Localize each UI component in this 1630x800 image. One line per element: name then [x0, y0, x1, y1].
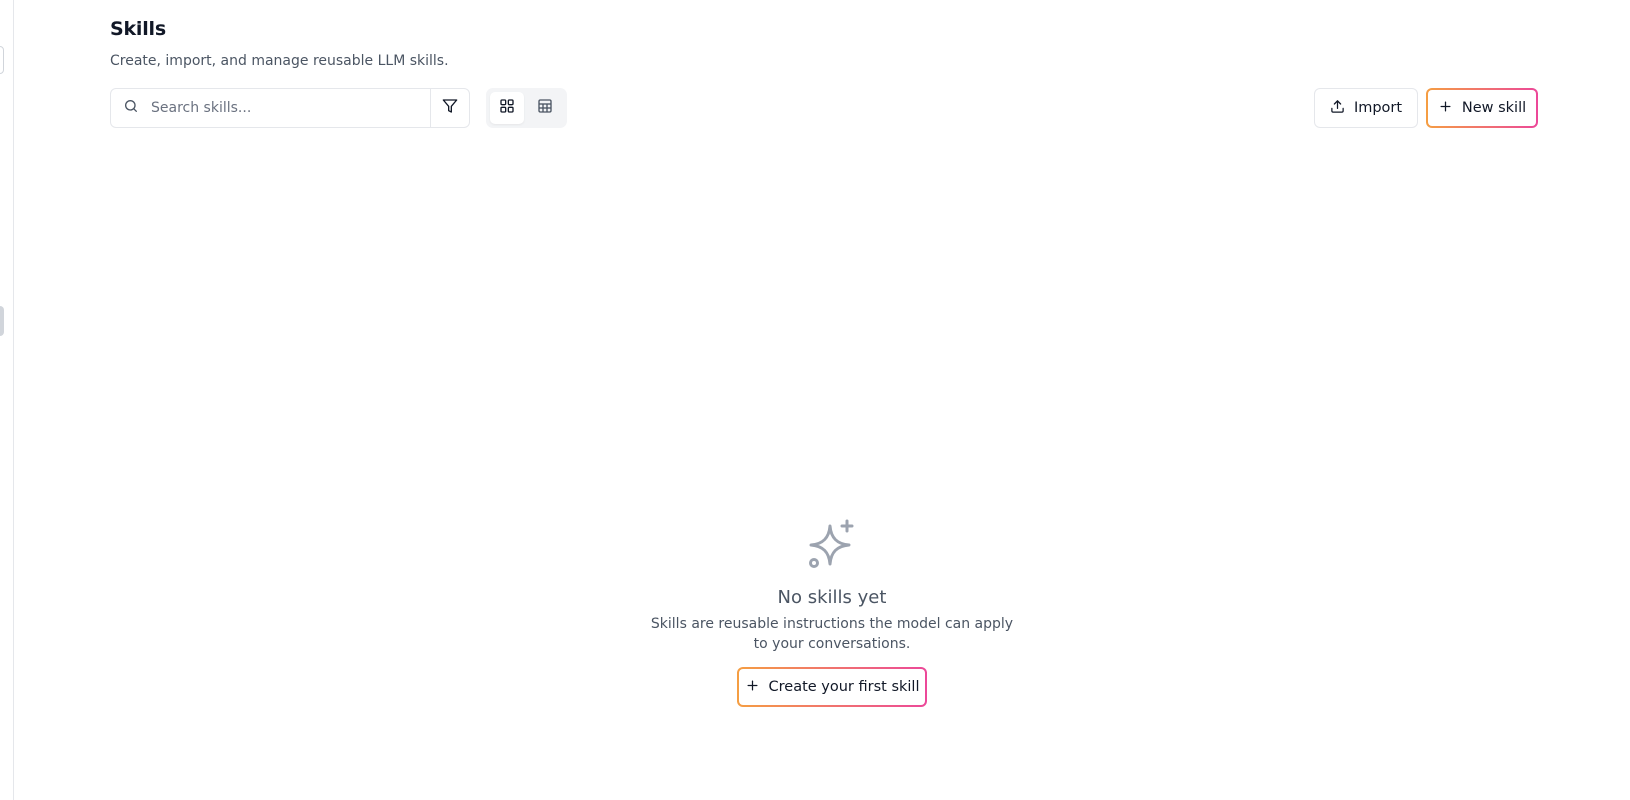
table-icon — [537, 98, 553, 118]
upload-icon — [1330, 99, 1345, 118]
grid-icon — [499, 98, 515, 118]
main-content: Skills Create, import, and manage reusab… — [110, 0, 1536, 800]
sidebar-resize-handle[interactable] — [0, 306, 4, 336]
view-mode-toggle — [486, 88, 567, 128]
search-input[interactable] — [151, 100, 421, 116]
plus-icon — [1438, 99, 1453, 118]
left-sidebar-rail — [0, 0, 14, 800]
sparkles-icon — [805, 518, 859, 576]
search-icon — [123, 98, 139, 118]
search-box[interactable] — [111, 89, 430, 127]
create-first-skill-button[interactable]: Create your first skill — [737, 667, 927, 707]
empty-state: No skills yet Skills are reusable instru… — [640, 518, 1024, 707]
page-subtitle: Create, import, and manage reusable LLM … — [110, 53, 449, 69]
page-title: Skills — [110, 18, 166, 40]
empty-state-description: Skills are reusable instructions the mod… — [650, 616, 1014, 652]
create-first-skill-label: Create your first skill — [768, 679, 920, 695]
new-skill-button-label: New skill — [1461, 100, 1527, 116]
sidebar-toggle-handle[interactable] — [0, 46, 4, 74]
new-skill-button[interactable]: New skill — [1426, 88, 1538, 128]
search-group — [110, 88, 470, 128]
filter-icon — [442, 98, 458, 118]
empty-state-title: No skills yet — [777, 587, 887, 608]
import-button[interactable]: Import — [1314, 88, 1418, 128]
plus-icon — [745, 678, 760, 697]
import-button-label: Import — [1353, 100, 1403, 116]
table-view-button[interactable] — [528, 92, 562, 124]
filter-button[interactable] — [430, 89, 469, 127]
grid-view-button[interactable] — [490, 92, 524, 124]
